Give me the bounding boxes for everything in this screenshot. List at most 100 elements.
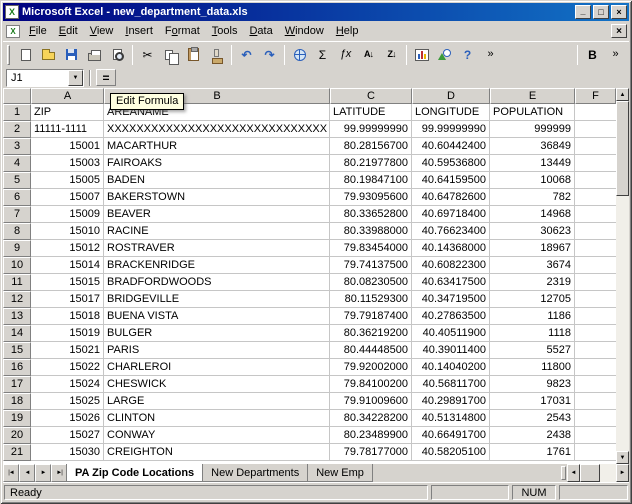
cell-c8[interactable]: 80.33988000 xyxy=(330,223,412,240)
cell-f13[interactable] xyxy=(575,308,616,325)
paste-function-button[interactable]: ƒx xyxy=(334,45,357,65)
cell-b9[interactable]: ROSTRAVER xyxy=(104,240,330,257)
row-header-21[interactable]: 21 xyxy=(3,444,31,461)
sheet-tab-new-emp[interactable]: New Emp xyxy=(307,464,373,482)
cell-d2[interactable]: 99.99999990 xyxy=(412,121,490,138)
cell-f21[interactable] xyxy=(575,444,616,461)
insert-hyperlink-button[interactable] xyxy=(288,45,311,65)
cell-e4[interactable]: 13449 xyxy=(490,155,575,172)
excel-app-icon[interactable]: X xyxy=(5,5,19,19)
column-header-f[interactable]: F xyxy=(575,88,616,104)
paste-button[interactable] xyxy=(182,45,205,65)
cell-c3[interactable]: 80.28156700 xyxy=(330,138,412,155)
cell-d20[interactable]: 40.66491700 xyxy=(412,427,490,444)
row-header-1[interactable]: 1 xyxy=(3,104,31,121)
chart-wizard-button[interactable] xyxy=(410,45,433,65)
cell-b10[interactable]: BRACKENRIDGE xyxy=(104,257,330,274)
vertical-scroll-track[interactable] xyxy=(616,196,629,451)
bold-button[interactable]: B xyxy=(581,45,604,65)
cell-c5[interactable]: 80.19847100 xyxy=(330,172,412,189)
cell-f12[interactable] xyxy=(575,291,616,308)
cell-c1[interactable]: LATITUDE xyxy=(330,104,412,121)
cell-d11[interactable]: 40.63417500 xyxy=(412,274,490,291)
cell-f6[interactable] xyxy=(575,189,616,206)
cell-d7[interactable]: 40.69718400 xyxy=(412,206,490,223)
row-header-2[interactable]: 2 xyxy=(3,121,31,138)
row-header-4[interactable]: 4 xyxy=(3,155,31,172)
cell-e6[interactable]: 782 xyxy=(490,189,575,206)
cell-d1[interactable]: LONGITUDE xyxy=(412,104,490,121)
tab-scroll-next-button[interactable]: ► xyxy=(35,464,51,482)
cell-a15[interactable]: 15021 xyxy=(31,342,104,359)
column-header-e[interactable]: E xyxy=(490,88,575,104)
menu-view[interactable]: View xyxy=(84,23,120,39)
horizontal-scroll-track[interactable] xyxy=(600,464,616,482)
menu-tools[interactable]: Tools xyxy=(206,23,244,39)
cell-d17[interactable]: 40.56811700 xyxy=(412,376,490,393)
cell-b12[interactable]: BRIDGEVILLE xyxy=(104,291,330,308)
cell-d3[interactable]: 40.60442400 xyxy=(412,138,490,155)
row-header-5[interactable]: 5 xyxy=(3,172,31,189)
cell-a11[interactable]: 15015 xyxy=(31,274,104,291)
cell-e15[interactable]: 5527 xyxy=(490,342,575,359)
cell-a3[interactable]: 15001 xyxy=(31,138,104,155)
cell-e14[interactable]: 1118 xyxy=(490,325,575,342)
cell-c16[interactable]: 79.92002000 xyxy=(330,359,412,376)
sort-descending-button[interactable]: Z↓ xyxy=(380,45,403,65)
cell-d12[interactable]: 40.34719500 xyxy=(412,291,490,308)
cell-a1[interactable]: ZIP xyxy=(31,104,104,121)
menu-data[interactable]: Data xyxy=(243,23,278,39)
cell-c6[interactable]: 79.93095600 xyxy=(330,189,412,206)
cut-button[interactable]: ✂ xyxy=(136,45,159,65)
cell-f19[interactable] xyxy=(575,410,616,427)
copy-button[interactable] xyxy=(159,45,182,65)
cell-f7[interactable] xyxy=(575,206,616,223)
more-buttons-button[interactable]: » xyxy=(479,45,502,65)
print-preview-button[interactable] xyxy=(106,45,129,65)
cell-b5[interactable]: BADEN xyxy=(104,172,330,189)
cell-c14[interactable]: 80.36219200 xyxy=(330,325,412,342)
cell-d10[interactable]: 40.60822300 xyxy=(412,257,490,274)
name-box-dropdown[interactable]: ▼ xyxy=(68,69,83,86)
cell-c21[interactable]: 79.78177000 xyxy=(330,444,412,461)
scroll-up-button[interactable]: ▲ xyxy=(616,88,629,101)
open-button[interactable] xyxy=(37,45,60,65)
tab-scroll-previous-button[interactable]: ◄ xyxy=(19,464,35,482)
cell-e20[interactable]: 2438 xyxy=(490,427,575,444)
horizontal-scrollbar[interactable]: ◄ ► xyxy=(567,464,629,482)
row-header-9[interactable]: 9 xyxy=(3,240,31,257)
cell-f5[interactable] xyxy=(575,172,616,189)
row-header-10[interactable]: 10 xyxy=(3,257,31,274)
cell-e5[interactable]: 10068 xyxy=(490,172,575,189)
cell-f3[interactable] xyxy=(575,138,616,155)
cell-c18[interactable]: 79.91009600 xyxy=(330,393,412,410)
row-header-16[interactable]: 16 xyxy=(3,359,31,376)
row-header-11[interactable]: 11 xyxy=(3,274,31,291)
sheet-tab-pa-zip-code-locations[interactable]: PA Zip Code Locations xyxy=(66,464,204,482)
cell-c15[interactable]: 80.44448500 xyxy=(330,342,412,359)
row-header-20[interactable]: 20 xyxy=(3,427,31,444)
cell-e13[interactable]: 1186 xyxy=(490,308,575,325)
edit-formula-button[interactable]: = xyxy=(96,69,116,86)
cell-c4[interactable]: 80.21977800 xyxy=(330,155,412,172)
cell-b3[interactable]: MACARTHUR xyxy=(104,138,330,155)
cell-e7[interactable]: 14968 xyxy=(490,206,575,223)
help-button[interactable]: ? xyxy=(456,45,479,65)
row-header-15[interactable]: 15 xyxy=(3,342,31,359)
cell-f11[interactable] xyxy=(575,274,616,291)
select-all-corner[interactable] xyxy=(3,88,31,104)
cell-a20[interactable]: 15027 xyxy=(31,427,104,444)
cell-b6[interactable]: BAKERSTOWN xyxy=(104,189,330,206)
cell-b18[interactable]: LARGE xyxy=(104,393,330,410)
cell-c20[interactable]: 80.23489900 xyxy=(330,427,412,444)
cell-d19[interactable]: 40.51314800 xyxy=(412,410,490,427)
row-header-12[interactable]: 12 xyxy=(3,291,31,308)
cell-a10[interactable]: 15014 xyxy=(31,257,104,274)
row-header-8[interactable]: 8 xyxy=(3,223,31,240)
cell-a5[interactable]: 15005 xyxy=(31,172,104,189)
menu-window[interactable]: Window xyxy=(279,23,330,39)
cell-c19[interactable]: 80.34228200 xyxy=(330,410,412,427)
cell-e19[interactable]: 2543 xyxy=(490,410,575,427)
cell-b11[interactable]: BRADFORDWOODS xyxy=(104,274,330,291)
cell-d6[interactable]: 40.64782600 xyxy=(412,189,490,206)
